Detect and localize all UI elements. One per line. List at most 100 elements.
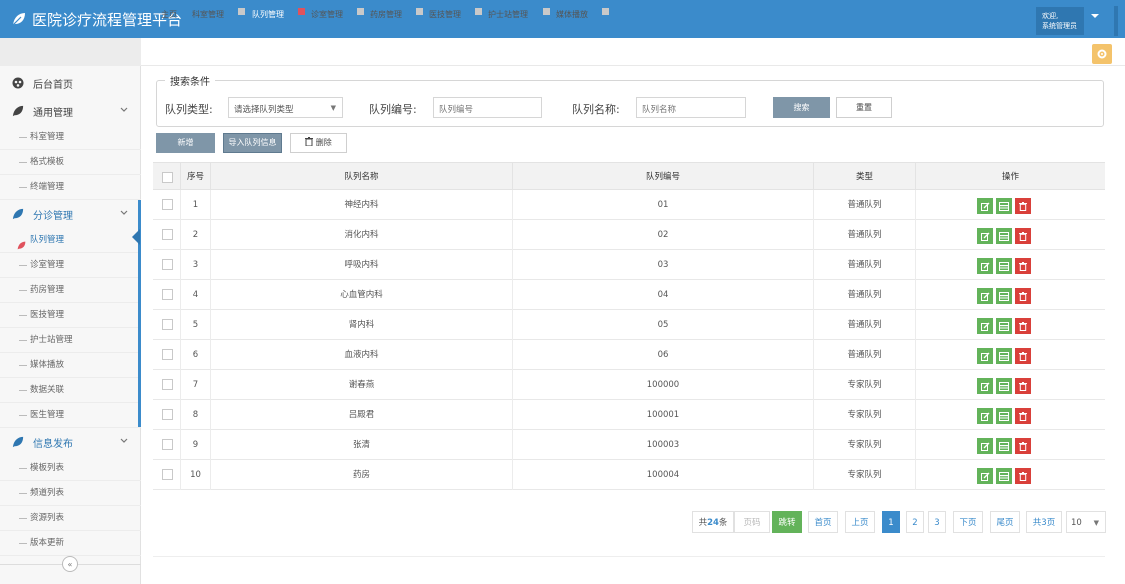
sidebar-item-department[interactable]: 科室管理	[0, 125, 141, 150]
close-tab-icon[interactable]	[357, 8, 364, 15]
row-checkbox[interactable]	[162, 469, 173, 480]
page-size-select[interactable]: 10 ▼	[1066, 511, 1106, 533]
tab-room[interactable]: 诊室管理	[309, 8, 345, 21]
detail-icon[interactable]	[996, 288, 1012, 304]
sidebar-group-general[interactable]: 通用管理	[0, 98, 141, 124]
edit-icon[interactable]	[977, 228, 993, 244]
edit-icon[interactable]	[977, 378, 993, 394]
detail-icon[interactable]	[996, 468, 1012, 484]
sidebar-item-version-update[interactable]: 版本更新	[0, 531, 141, 556]
sidebar-item-template-list[interactable]: 模板列表	[0, 456, 141, 481]
sidebar-item-doctor[interactable]: 医生管理	[0, 403, 141, 428]
close-tab-icon[interactable]	[475, 8, 482, 15]
next-page-button[interactable]: 下页	[953, 511, 983, 533]
detail-icon[interactable]	[996, 438, 1012, 454]
detail-icon[interactable]	[996, 318, 1012, 334]
queue-name-input[interactable]	[636, 97, 746, 118]
row-checkbox[interactable]	[162, 319, 173, 330]
collapse-sidebar-icon[interactable]: «	[62, 556, 78, 572]
queue-type-select[interactable]: 请选择队列类型 ▼	[228, 97, 343, 118]
row-checkbox[interactable]	[162, 199, 173, 210]
queue-code-input[interactable]	[433, 97, 542, 118]
row-checkbox[interactable]	[162, 229, 173, 240]
close-tab-icon[interactable]	[602, 8, 609, 15]
import-queue-button[interactable]: 导入队列信息	[223, 133, 282, 153]
trash-icon[interactable]	[1015, 348, 1031, 364]
tab-media[interactable]: 媒体播放	[554, 8, 590, 21]
close-tab-icon[interactable]	[298, 8, 305, 15]
row-checkbox[interactable]	[162, 379, 173, 390]
row-checkbox[interactable]	[162, 289, 173, 300]
trash-icon[interactable]	[1015, 408, 1031, 424]
sidebar-item-template[interactable]: 格式模板	[0, 150, 141, 175]
trash-icon[interactable]	[1015, 378, 1031, 394]
trash-icon[interactable]	[1015, 258, 1031, 274]
edit-icon[interactable]	[977, 468, 993, 484]
detail-icon[interactable]	[996, 348, 1012, 364]
tab-pharmacy[interactable]: 药房管理	[368, 8, 404, 21]
edit-icon[interactable]	[977, 408, 993, 424]
trash-icon[interactable]	[1015, 198, 1031, 214]
page-1-button[interactable]: 1	[882, 511, 900, 533]
sidebar-item-media[interactable]: 媒体播放	[0, 353, 141, 378]
tab-medtech[interactable]: 医技管理	[427, 8, 463, 21]
batch-delete-button[interactable]: 删除	[290, 133, 347, 153]
row-checkbox[interactable]	[162, 439, 173, 450]
row-checkbox[interactable]	[162, 409, 173, 420]
sidebar-item-room[interactable]: 诊室管理	[0, 253, 141, 278]
prev-page-button[interactable]: 上页	[845, 511, 875, 533]
tab-nurse-station[interactable]: 护士站管理	[486, 8, 530, 21]
page-2-button[interactable]: 2	[906, 511, 924, 533]
reset-button[interactable]: 重置	[836, 97, 892, 118]
sidebar-group-publish[interactable]: 信息发布	[0, 429, 141, 455]
caret-down-icon[interactable]	[1090, 12, 1110, 32]
edit-icon[interactable]	[977, 318, 993, 334]
detail-icon[interactable]	[996, 228, 1012, 244]
col-code: 队列编号	[513, 163, 814, 191]
sidebar-home[interactable]: 后台首页	[0, 70, 141, 96]
close-tab-icon[interactable]	[543, 8, 550, 15]
add-button[interactable]: 新增	[156, 133, 215, 153]
sidebar-item-nurse-station[interactable]: 护士站管理	[0, 328, 141, 353]
close-tab-icon[interactable]	[416, 8, 423, 15]
tab-department[interactable]: 科室管理	[190, 8, 226, 21]
sidebar-item-pharmacy[interactable]: 药房管理	[0, 278, 141, 303]
search-button[interactable]: 搜索	[773, 97, 830, 118]
detail-icon[interactable]	[996, 258, 1012, 274]
detail-icon[interactable]	[996, 408, 1012, 424]
trash-icon[interactable]	[1015, 228, 1031, 244]
sidebar-item-terminal[interactable]: 终端管理	[0, 175, 141, 200]
first-page-button[interactable]: 首页	[808, 511, 838, 533]
jump-button[interactable]: 跳转	[772, 511, 802, 533]
last-page-button[interactable]: 尾页	[990, 511, 1020, 533]
gear-icon[interactable]	[1092, 44, 1112, 64]
edit-icon[interactable]	[977, 348, 993, 364]
trash-icon[interactable]	[1015, 468, 1031, 484]
user-menu[interactable]: 欢迎, 系统管理员	[1036, 7, 1084, 35]
page-number-input[interactable]: 页码	[734, 511, 770, 533]
select-all-checkbox[interactable]	[162, 172, 173, 183]
sidebar-item-queue[interactable]: 队列管理	[0, 228, 141, 253]
sidebar-item-data-link[interactable]: 数据关联	[0, 378, 141, 403]
edit-icon[interactable]	[977, 198, 993, 214]
row-checkbox[interactable]	[162, 259, 173, 270]
tab-queue[interactable]: 队列管理	[250, 8, 286, 21]
trash-icon[interactable]	[1015, 288, 1031, 304]
trash-icon[interactable]	[1015, 438, 1031, 454]
sidebar-item-resource-list[interactable]: 资源列表	[0, 506, 141, 531]
detail-icon[interactable]	[996, 378, 1012, 394]
sidebar-item-medtech[interactable]: 医技管理	[0, 303, 141, 328]
row-name: 吕殿君	[211, 400, 513, 430]
sidebar-item-channel-list[interactable]: 频道列表	[0, 481, 141, 506]
detail-icon[interactable]	[996, 198, 1012, 214]
row-checkbox[interactable]	[162, 349, 173, 360]
close-tab-icon[interactable]	[238, 8, 245, 15]
sidebar-group-triage[interactable]: 分诊管理	[0, 201, 141, 227]
page-3-button[interactable]: 3	[928, 511, 946, 533]
edit-icon[interactable]	[977, 258, 993, 274]
leaf-icon	[12, 208, 24, 220]
edit-icon[interactable]	[977, 288, 993, 304]
trash-icon[interactable]	[1015, 318, 1031, 334]
edit-icon[interactable]	[977, 438, 993, 454]
tab-home[interactable]: 主页	[159, 8, 179, 21]
